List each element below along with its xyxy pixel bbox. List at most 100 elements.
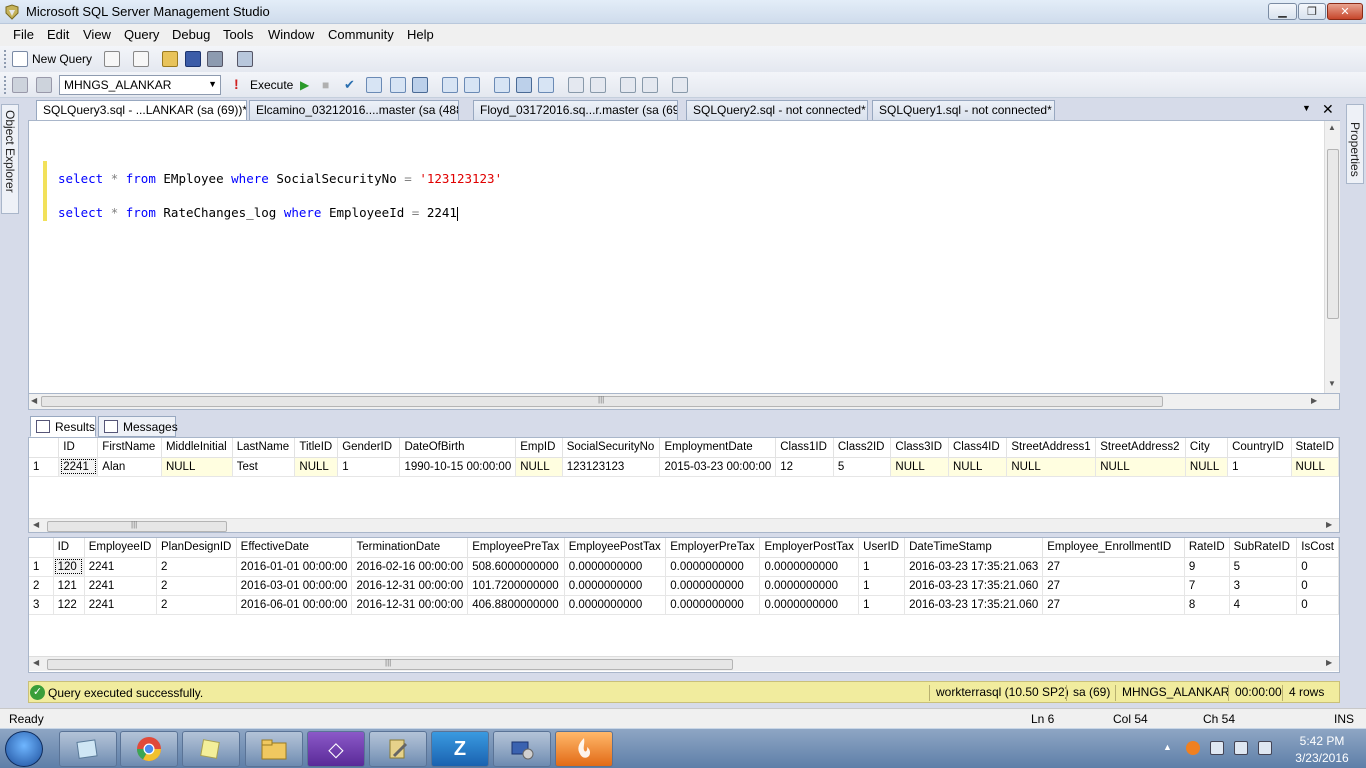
table-cell[interactable]: 0.0000000000 — [759, 595, 860, 615]
close-button[interactable]: ✕ — [1327, 3, 1363, 20]
grid2-column-header[interactable]: IsCost — [1296, 538, 1339, 558]
grid2-column-header[interactable]: EmployeeID — [84, 538, 158, 558]
results-grid-ratechanges[interactable]: ID EmployeeID PlanDesignID EffectiveDate Ter… — [28, 537, 1340, 673]
table-cell[interactable]: 121 — [53, 576, 85, 596]
table-cell[interactable]: Alan — [97, 457, 162, 477]
table-cell[interactable]: 0 — [1296, 595, 1339, 615]
tray-action-center-icon[interactable] — [1234, 741, 1248, 755]
grid2-horizontal-scrollbar[interactable]: ◀ ||| ▶ — [29, 656, 1339, 671]
scroll-thumb[interactable] — [1327, 149, 1339, 319]
table-cell[interactable]: 0.0000000000 — [564, 595, 667, 615]
debug-play-icon[interactable]: ▶ — [300, 78, 309, 92]
table-cell[interactable]: NULL — [1006, 457, 1097, 477]
tab-close-button[interactable]: ✕ — [1322, 101, 1334, 118]
table-cell[interactable]: 0.0000000000 — [665, 557, 761, 577]
table-cell[interactable]: 2241 — [84, 576, 158, 596]
taskbar-tools-icon[interactable] — [369, 731, 427, 767]
row-number[interactable]: 1 — [29, 557, 54, 577]
increase-indent-icon[interactable] — [642, 77, 658, 93]
taskbar-sticky-notes-icon[interactable] — [182, 731, 240, 767]
tab-elcamino[interactable]: Elcamino_03212016....master (sa (488)) — [249, 100, 459, 120]
table-cell[interactable]: 2016-01-01 00:00:00 — [236, 557, 353, 577]
grid1-column-header[interactable]: City — [1185, 438, 1229, 458]
table-cell[interactable]: 1 — [858, 595, 906, 615]
query-designer-icon[interactable] — [390, 77, 406, 93]
tray-network-icon[interactable] — [1210, 741, 1224, 755]
tab-sqlquery3[interactable]: SQLQuery3.sql - ...LANKAR (sa (69))* — [36, 100, 247, 121]
grid1-column-header[interactable]: EmploymentDate — [659, 438, 777, 458]
tray-overflow-icon[interactable]: ▲ — [1163, 742, 1172, 752]
toolbar-grip[interactable] — [4, 76, 7, 94]
grid1-column-header[interactable]: Class4ID — [948, 438, 1008, 458]
menu-view[interactable]: View — [83, 27, 111, 42]
grid1-horizontal-scrollbar[interactable]: ◀ ||| ▶ — [29, 518, 1339, 532]
taskbar-chrome-icon[interactable] — [120, 731, 178, 767]
minimize-button[interactable]: ▁ — [1268, 3, 1297, 20]
grid1-column-header[interactable]: TitleID — [294, 438, 339, 458]
table-cell[interactable]: 9 — [1184, 557, 1230, 577]
grid1-column-header[interactable]: MiddleInitial — [161, 438, 233, 458]
table-cell[interactable]: NULL — [890, 457, 949, 477]
table-cell[interactable]: 0 — [1296, 557, 1339, 577]
open-folder-icon[interactable] — [162, 51, 178, 67]
tab-messages[interactable]: Messages — [98, 416, 178, 437]
table-cell[interactable]: NULL — [948, 457, 1008, 477]
grid2-column-header[interactable]: PlanDesignID — [156, 538, 237, 558]
grid1-column-header[interactable]: ID — [58, 438, 99, 458]
taskbar-folder-icon[interactable] — [245, 731, 303, 767]
results-grid-employee[interactable]: ID FirstName MiddleInitial LastName TitleID G… — [28, 437, 1340, 533]
table-cell[interactable]: 5 — [833, 457, 892, 477]
scroll-right-icon[interactable]: ▶ — [1311, 396, 1317, 405]
table-row[interactable]: 2 121 2241 2 2016-03-01 00:00:00 2016-12-31 0… — [29, 576, 1339, 596]
menu-file[interactable]: File — [13, 27, 34, 42]
print-icon[interactable] — [207, 51, 223, 67]
row-number[interactable]: 1 — [29, 457, 60, 477]
taskbar-visual-studio-icon[interactable]: ◇ — [307, 731, 365, 767]
scroll-down-icon[interactable]: ▼ — [1328, 379, 1336, 388]
menu-query[interactable]: Query — [124, 27, 159, 42]
maximize-button[interactable]: ❐ — [1298, 3, 1326, 20]
grid2-column-header[interactable] — [29, 538, 54, 558]
table-cell[interactable]: 2016-03-23 17:35:21.060 — [904, 595, 1044, 615]
grid2-column-header[interactable]: EffectiveDate — [236, 538, 353, 558]
tray-volume-icon[interactable] — [1258, 741, 1272, 755]
code-line-2[interactable]: select * from RateChanges_log where Empl… — [58, 205, 458, 221]
grid2-column-header[interactable]: DateTimeStamp — [904, 538, 1044, 558]
taskbar-explorer-icon[interactable] — [59, 731, 117, 767]
tab-sqlquery1[interactable]: SQLQuery1.sql - not connected* — [872, 100, 1055, 120]
table-cell[interactable]: 508.6000000000 — [467, 557, 565, 577]
table-cell[interactable]: NULL — [1185, 457, 1229, 477]
grid2-column-header[interactable]: ID — [53, 538, 85, 558]
table-row[interactable]: 1 120 2241 2 2016-01-01 00:00:00 2016-02-16 0… — [29, 557, 1339, 577]
new-query-icon[interactable] — [12, 51, 28, 67]
cancel-query-icon[interactable]: ■ — [322, 78, 329, 92]
grid2-column-header[interactable]: RateID — [1184, 538, 1230, 558]
table-cell[interactable]: 122 — [53, 595, 85, 615]
menu-community[interactable]: Community — [328, 27, 394, 42]
results-grid-icon[interactable] — [516, 77, 532, 93]
row-number[interactable]: 2 — [29, 576, 54, 596]
grid1-column-header[interactable]: Class2ID — [833, 438, 892, 458]
table-cell[interactable]: 120 — [53, 557, 85, 577]
grid2-column-header[interactable]: EmployerPreTax — [665, 538, 761, 558]
table-row[interactable]: 3 122 2241 2 2016-06-01 00:00:00 2016-12-31 0… — [29, 595, 1339, 615]
tab-sqlquery2[interactable]: SQLQuery2.sql - not connected* — [686, 100, 868, 120]
table-cell[interactable]: 2241 — [58, 457, 99, 477]
tab-floyd[interactable]: Floyd_03172016.sq...r.master (sa (69)) — [473, 100, 678, 120]
tab-list-dropdown[interactable]: ▼ — [1302, 103, 1311, 113]
row-number[interactable]: 3 — [29, 595, 54, 615]
parse-icon[interactable]: ✔ — [344, 77, 355, 93]
table-cell[interactable]: 0.0000000000 — [564, 557, 667, 577]
table-cell[interactable]: 0.0000000000 — [759, 557, 860, 577]
comment-icon[interactable] — [568, 77, 584, 93]
table-cell[interactable]: 0.0000000000 — [759, 576, 860, 596]
display-plan-icon[interactable] — [366, 77, 382, 93]
table-cell[interactable]: NULL — [515, 457, 563, 477]
taskbar-firefox-icon[interactable] — [555, 731, 613, 767]
editor-horizontal-scrollbar[interactable]: ◀ ||| ▶ — [28, 394, 1340, 410]
table-cell[interactable]: 8 — [1184, 595, 1230, 615]
table-cell[interactable]: 27 — [1042, 595, 1185, 615]
tab-results[interactable]: Results — [30, 416, 96, 437]
table-cell[interactable]: NULL — [1095, 457, 1186, 477]
clock-time[interactable]: 5:42 PM — [1292, 734, 1352, 748]
